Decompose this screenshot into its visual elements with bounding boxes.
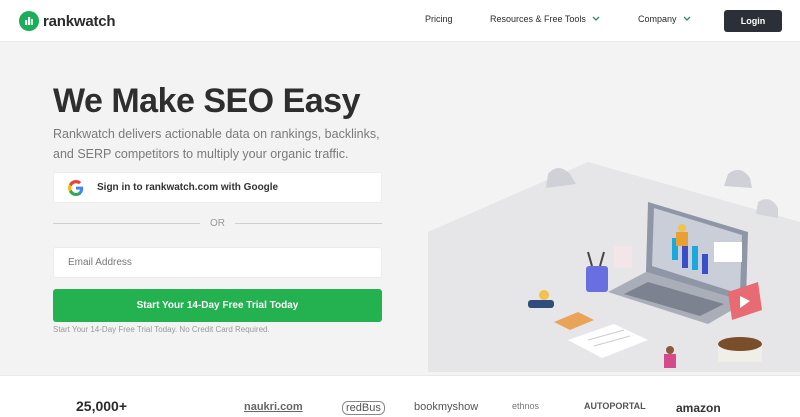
- brand-logo-autoportal: AUTOPORTAL: [584, 401, 646, 411]
- divider-line: [235, 222, 382, 224]
- brand-logo-bookmyshow: bookmyshow: [414, 401, 479, 413]
- rankwatch-logo-icon: [19, 11, 39, 31]
- nav-resources-label: Resources & Free Tools: [490, 14, 586, 24]
- hero-section: We Make SEO Easy Rankwatch delivers acti…: [0, 42, 800, 375]
- nav-resources[interactable]: Resources & Free Tools: [490, 14, 600, 24]
- brand-logo[interactable]: rankwatch: [19, 11, 116, 31]
- nav-pricing-label: Pricing: [425, 14, 453, 24]
- nav-company-label: Company: [638, 14, 677, 24]
- brand-logo-redbus: redBus: [342, 401, 385, 415]
- customer-logo-strip: 25,000+ naukri.com redBus bookmyshow eth…: [0, 375, 800, 417]
- or-divider: OR: [53, 217, 382, 229]
- brand-logo-naukri: naukri.com: [244, 401, 303, 413]
- nav-company[interactable]: Company: [638, 14, 691, 24]
- email-field[interactable]: [53, 247, 382, 278]
- customer-count: 25,000+: [76, 398, 127, 414]
- brand-logo-amazon: amazon: [676, 401, 721, 415]
- hero-subtitle: Rankwatch delivers actionable data on ra…: [53, 127, 380, 161]
- divider-line: [53, 222, 200, 224]
- brand-logo-ethnos: ethnos: [512, 401, 540, 411]
- chevron-down-icon: [683, 14, 691, 24]
- google-g-icon: [68, 179, 84, 196]
- brand-name: rankwatch: [43, 12, 116, 30]
- trial-note: Start Your 14-Day Free Trial Today. No C…: [53, 325, 270, 334]
- site-header: rankwatch Pricing Resources & Free Tools…: [0, 0, 800, 42]
- google-signin-button[interactable]: Sign in to rankwatch.com with Google: [53, 172, 382, 203]
- nav-pricing[interactable]: Pricing: [425, 14, 453, 24]
- google-signin-label: Sign in to rankwatch.com with Google: [97, 182, 279, 193]
- chevron-down-icon: [592, 14, 600, 24]
- hero-illustration: [428, 162, 800, 372]
- hero-title: We Make SEO Easy: [53, 82, 360, 120]
- or-text: OR: [210, 217, 225, 229]
- login-button[interactable]: Login: [724, 10, 782, 32]
- start-trial-button[interactable]: Start Your 14-Day Free Trial Today: [53, 289, 382, 322]
